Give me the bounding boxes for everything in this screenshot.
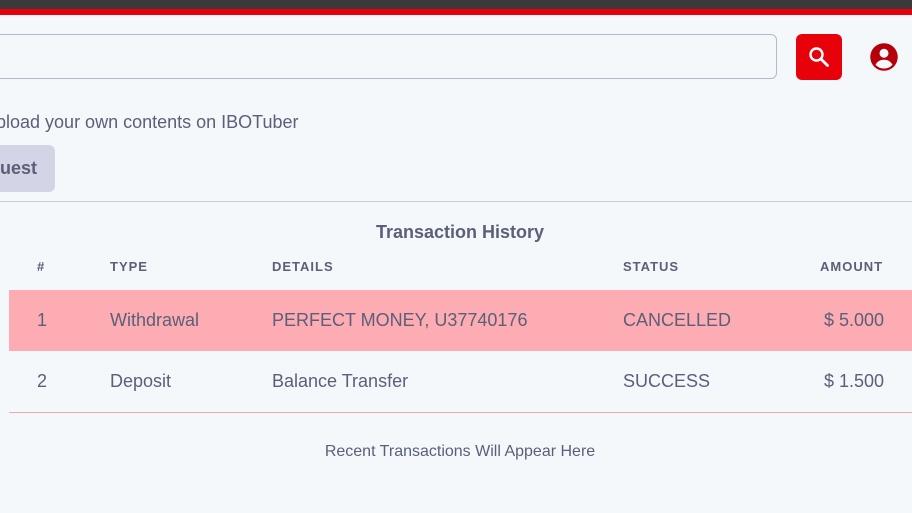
section-divider [0,201,912,202]
request-button[interactable]: uest [0,145,55,192]
row-number: 2 [37,371,48,391]
column-header-number: # [37,259,46,274]
row-number: 1 [37,310,48,330]
table-title: Transaction History [375,222,545,242]
row-status: CANCELLED [623,310,732,330]
row-amount: $ 1.500 [823,371,884,391]
upload-info-text: pload your own contents on IBOTuber [0,112,299,132]
top-accent-bar [0,9,912,15]
row-status: SUCCESS [623,371,711,391]
search-button[interactable] [796,34,842,80]
row-details: Balance Transfer [272,371,409,391]
recent-transactions-note: Recent Transactions Will Appear Here [324,443,596,460]
search-input[interactable] [0,34,777,79]
column-header-status: STATUS [623,259,680,274]
column-header-details: DETAILS [272,259,334,274]
column-header-type: TYPE [110,259,148,274]
table-row: 2 Deposit Balance Transfer SUCCESS $ 1.5… [9,351,912,412]
column-header-amount: AMOUNT [820,259,884,274]
row-type: Withdrawal [110,310,200,330]
row-details: PERFECT MONEY, U37740176 [272,310,528,330]
row-amount: $ 5.000 [823,310,884,330]
row-type: Deposit [110,371,172,391]
table-row: 1 Withdrawal PERFECT MONEY, U37740176 CA… [9,290,912,351]
account-circle-icon[interactable] [869,42,899,72]
top-dark-bar [0,0,912,9]
search-icon [809,47,829,67]
table-bottom-border [9,412,912,413]
